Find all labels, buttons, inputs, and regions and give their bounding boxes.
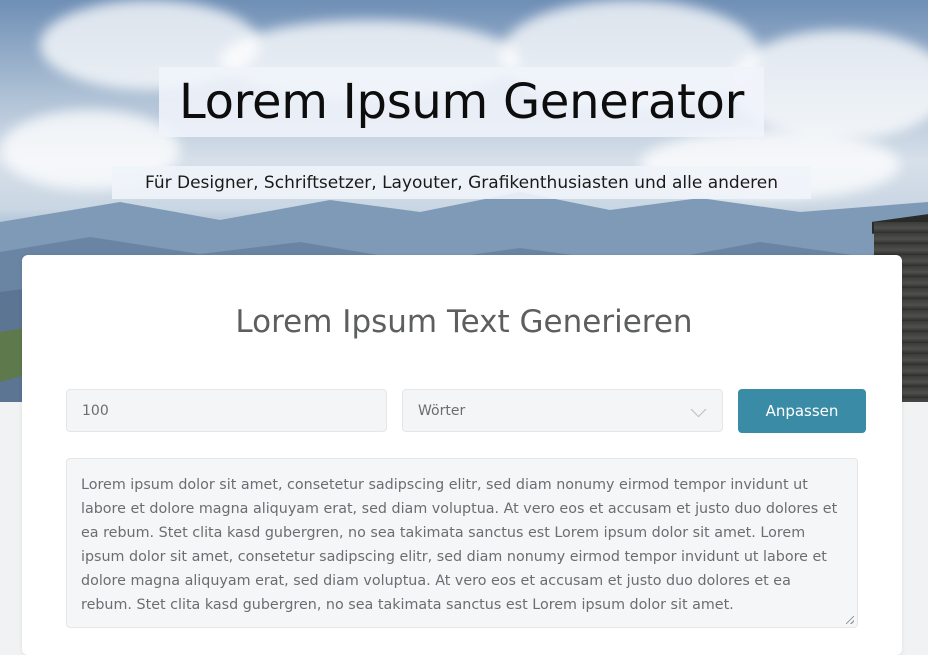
generator-heading: Lorem Ipsum Text Generieren [235, 304, 693, 340]
word-count-value: 100 [82, 402, 109, 419]
page-title: Lorem Ipsum Generator [178, 74, 744, 130]
resize-handle-icon[interactable] [846, 616, 854, 624]
page-title-box: Lorem Ipsum Generator [159, 67, 764, 137]
apply-button[interactable]: Anpassen [738, 389, 866, 433]
page-subtitle: Für Designer, Schriftsetzer, Layouter, G… [144, 172, 779, 193]
chevron-down-icon [690, 401, 707, 418]
page-subtitle-box: Für Designer, Schriftsetzer, Layouter, G… [112, 166, 811, 199]
word-count-input[interactable]: 100 [66, 389, 387, 432]
unit-select[interactable]: Wörter [402, 389, 723, 432]
lorem-output-textarea[interactable]: Lorem ipsum dolor sit amet, consetetur s… [66, 458, 858, 628]
lorem-output-text: Lorem ipsum dolor sit amet, consetetur s… [81, 477, 838, 613]
unit-select-value: Wörter [418, 402, 466, 419]
